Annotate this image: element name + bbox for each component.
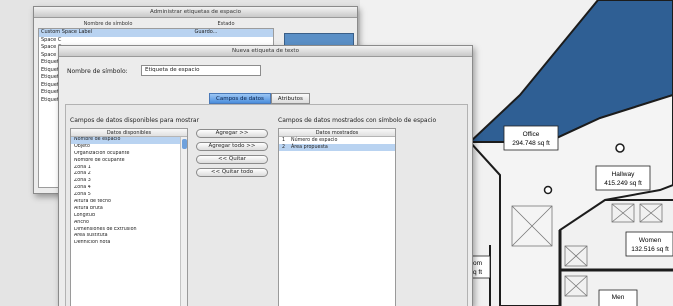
available-field-item[interactable]: Dimensiones de Extrusión <box>71 227 187 234</box>
remove-all-button[interactable]: << Quitar todo <box>196 168 268 177</box>
symbol-name-cell: Custom Space Label <box>41 29 93 35</box>
symbol-name-input[interactable]: Etiqueta de espacio <box>141 65 261 76</box>
symbol-name-label: Nombre de símbolo: <box>67 68 128 75</box>
new-text-label-dialog[interactable]: Nueva etiqueta de texto Nombre de símbol… <box>58 45 473 306</box>
available-fields-list[interactable]: Datos disponibles Nombre de espacio Objet… <box>70 128 188 306</box>
column-marker <box>615 143 625 153</box>
symbol-state-cell: Guardo... <box>194 29 218 35</box>
available-field-item[interactable]: Organización ocupante <box>71 151 187 158</box>
shown-list-header[interactable]: Datos mostrados <box>279 129 395 137</box>
tab-data-fields[interactable]: Campos de datos <box>209 93 271 104</box>
shown-field-item[interactable]: 2 Área propuesta <box>279 144 395 151</box>
room-label-men[interactable]: Men <box>598 289 638 306</box>
add-all-button[interactable]: Agregar todo >> <box>196 142 268 151</box>
room-label-partial[interactable]: om q ft <box>469 255 491 279</box>
available-field-item[interactable]: Altura bruta <box>71 206 187 213</box>
available-field-item[interactable]: Altura de techo <box>71 199 187 206</box>
shown-field-label: Área propuesta <box>291 145 328 150</box>
available-field-item[interactable]: Nombre de espacio <box>71 137 187 144</box>
svg-text:132.516 sq ft: 132.516 sq ft <box>631 246 669 253</box>
svg-text:294.748 sq ft: 294.748 sq ft <box>512 140 550 147</box>
column-marker <box>543 185 553 195</box>
available-field-item[interactable]: Objeto <box>71 144 187 151</box>
scrollbar-thumb[interactable] <box>182 139 187 149</box>
available-field-item[interactable]: Zona 4 <box>71 185 187 192</box>
shown-fields-title: Campos de datos mostrados con símbolo de… <box>278 117 437 124</box>
room-label-hallway[interactable]: Hallway 415.249 sq ft <box>595 165 651 191</box>
available-field-item[interactable]: Zona 3 <box>71 178 187 185</box>
add-button[interactable]: Agregar >> <box>196 129 268 138</box>
symbol-name-cell: Space C <box>41 36 62 43</box>
shown-field-label: Número de espacio <box>291 138 338 143</box>
room-label-office[interactable]: Office 294.748 sq ft <box>503 125 559 151</box>
shown-fields-list[interactable]: Datos mostrados 1 Número de espacio 2 Área … <box>278 128 396 306</box>
available-list-scrollbar[interactable] <box>180 137 187 306</box>
room-label-women[interactable]: Women 132.516 sq ft <box>625 231 673 257</box>
svg-text:415.249 sq ft: 415.249 sq ft <box>604 180 642 187</box>
svg-text:q ft: q ft <box>473 269 482 276</box>
available-field-item[interactable]: Nombre de ocupante <box>71 158 187 165</box>
svg-text:Women: Women <box>639 237 662 244</box>
svg-text:om: om <box>473 260 482 267</box>
available-field-item[interactable]: Definición nota <box>71 240 187 247</box>
available-field-item[interactable]: Área sustituta <box>71 233 187 240</box>
symbol-state-cell <box>181 37 231 45</box>
available-list-header[interactable]: Datos disponibles <box>71 129 187 137</box>
available-fields-title: Campos de datos disponibles para mostrar <box>70 117 200 124</box>
tab-panel: Campos de datos disponibles para mostrar… <box>65 104 468 306</box>
symbol-list-row[interactable]: Custom Space Label Guardo... <box>39 29 273 37</box>
symbol-list-row[interactable]: Space C <box>39 37 273 45</box>
shown-field-item[interactable]: 1 Número de espacio <box>279 137 395 144</box>
shown-field-number: 1 <box>282 138 286 143</box>
back-window-title: Administrar etiquetas de espacio <box>34 7 357 18</box>
available-field-item[interactable]: Zona 5 <box>71 192 187 199</box>
front-window-title: Nueva etiqueta de texto <box>59 46 472 57</box>
available-field-item[interactable]: Longitud <box>71 213 187 220</box>
tab-attributes[interactable]: Atributos <box>270 93 310 104</box>
available-field-item[interactable]: Zona 2 <box>71 171 187 178</box>
remove-button[interactable]: << Quitar <box>196 155 268 164</box>
shown-field-number: 2 <box>282 145 286 150</box>
available-field-item[interactable]: Zona 1 <box>71 165 187 172</box>
svg-text:Men: Men <box>612 294 625 301</box>
available-field-item[interactable]: Ancho <box>71 220 187 227</box>
tab-bar: Campos de datos Atributos <box>209 93 310 104</box>
svg-text:Hallway: Hallway <box>612 171 636 178</box>
svg-text:Office: Office <box>523 131 540 138</box>
